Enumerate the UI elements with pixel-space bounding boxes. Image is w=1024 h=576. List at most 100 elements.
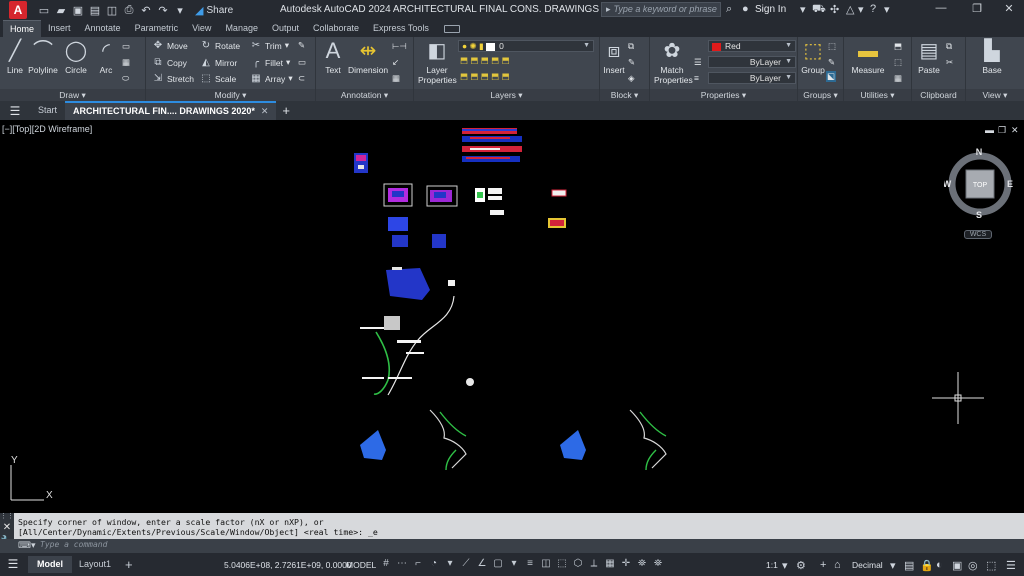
- save-as-icon[interactable]: ▤: [88, 3, 102, 17]
- erase-icon[interactable]: ✎: [298, 40, 305, 51]
- offset-icon[interactable]: ⊂: [298, 73, 305, 84]
- group-select-icon[interactable]: ⬕: [826, 71, 837, 82]
- command-input[interactable]: ⌨▾ Type a command: [0, 539, 1024, 553]
- grip-icon[interactable]: ⋮⋮: [0, 513, 14, 521]
- annotation-visibility-icon[interactable]: ⛯: [636, 558, 648, 569]
- units-selector[interactable]: Decimal: [852, 560, 883, 570]
- line-button[interactable]: ╱ Line: [4, 39, 26, 75]
- text-button[interactable]: A Text: [322, 39, 344, 76]
- tab-annotate[interactable]: Annotate: [78, 20, 128, 37]
- mirror-button[interactable]: ◭ Mirror: [200, 57, 237, 68]
- rotate-button[interactable]: ↻ Rotate: [200, 40, 240, 51]
- quick-select-icon[interactable]: ⬒: [894, 41, 902, 52]
- scale-dropdown-icon[interactable]: ▾: [782, 559, 788, 572]
- quick-properties-icon[interactable]: ▤: [904, 559, 914, 572]
- connect-icon[interactable]: ✣: [830, 3, 839, 16]
- move-button[interactable]: ✥ Move: [152, 40, 188, 51]
- hatch-icon[interactable]: ▦: [122, 57, 130, 68]
- block-panel-title[interactable]: Block ▾: [600, 89, 649, 101]
- viewport-close-icon[interactable]: ✕: [1011, 125, 1019, 136]
- draw-panel-title[interactable]: Draw ▾: [0, 89, 145, 101]
- plot-icon[interactable]: ⎙: [122, 3, 136, 17]
- model-space-toggle[interactable]: MODEL: [346, 560, 376, 570]
- copy-button[interactable]: ⧉ Copy: [152, 57, 186, 68]
- tab-collaborate[interactable]: Collaborate: [306, 20, 366, 37]
- auto-scale-icon[interactable]: ⛯: [652, 558, 664, 569]
- help-icon[interactable]: ?: [870, 3, 876, 15]
- app-menu-button[interactable]: A: [9, 1, 27, 19]
- properties-panel-title[interactable]: Properties ▾: [650, 89, 797, 101]
- viewport-maximize-icon[interactable]: ❐: [998, 125, 1006, 136]
- leader-icon[interactable]: ↙: [392, 57, 399, 68]
- ellipse-icon[interactable]: ⬭: [122, 73, 129, 84]
- explode-icon[interactable]: ▭: [298, 57, 306, 68]
- trim-button[interactable]: ✂ Trim ▾: [250, 40, 289, 51]
- compass-east[interactable]: E: [1007, 179, 1013, 189]
- wcs-menu[interactable]: WCS: [964, 230, 992, 239]
- command-prompt-icon[interactable]: ⌨▾: [18, 540, 38, 552]
- select-all-icon[interactable]: ⬚: [894, 57, 902, 68]
- close-window-button[interactable]: ✕: [996, 2, 1022, 18]
- grid-icon[interactable]: #: [380, 558, 392, 569]
- viewcube[interactable]: TOP N S W E: [944, 148, 1016, 220]
- osnap-dropdown-icon[interactable]: ▾: [508, 558, 520, 569]
- autodesk-a360-icon[interactable]: △: [846, 3, 854, 16]
- isodraft-icon[interactable]: ⟋: [460, 558, 472, 569]
- dimension-button[interactable]: ⇹ Dimension: [348, 39, 388, 75]
- share-button[interactable]: ◢ Share: [195, 4, 233, 17]
- layout1-tab[interactable]: Layout1: [70, 556, 120, 573]
- paste-button[interactable]: ▤ Paste: [916, 39, 942, 75]
- transparency-icon[interactable]: ◫: [540, 558, 552, 569]
- modify-panel-title[interactable]: Modify ▾: [146, 89, 315, 101]
- measure-button[interactable]: ▬ Measure: [848, 39, 888, 75]
- utilities-panel-title[interactable]: Utilities ▾: [844, 89, 911, 101]
- graphics-performance-icon[interactable]: ▣: [952, 559, 962, 572]
- circle-button[interactable]: ◯ Circle: [62, 39, 90, 75]
- isolate-objects-icon[interactable]: ◐: [936, 559, 943, 571]
- drawing-viewport[interactable]: Y X [−][Top][2D Wireframe] ▬ ❐ ✕ TOP N S…: [0, 120, 1024, 513]
- annotation-monitor-icon[interactable]: +: [820, 559, 826, 571]
- start-tab[interactable]: Start: [30, 101, 65, 120]
- match-properties-button[interactable]: ✿ Match Properties: [654, 39, 693, 85]
- viewport-minimize-icon[interactable]: ▬: [985, 125, 994, 135]
- layer-tools-row-2-icon[interactable]: ⬒ ⬒ ⬒ ⬒ ⬒: [460, 71, 510, 82]
- clean-screen-icon[interactable]: ⬚: [986, 559, 996, 572]
- linetype-dropdown[interactable]: ByLayer ▼: [708, 56, 796, 68]
- sign-in-dropdown-icon[interactable]: ▾: [800, 3, 806, 16]
- search-icon[interactable]: ⌕: [726, 3, 732, 16]
- customization-icon[interactable]: ☰: [1006, 559, 1016, 572]
- new-file-icon[interactable]: ▭: [37, 3, 51, 17]
- workspace-gear-icon[interactable]: ⚙: [796, 559, 806, 572]
- save-icon[interactable]: ▣: [71, 3, 85, 17]
- create-block-icon[interactable]: ⧉: [628, 41, 634, 52]
- minimize-button[interactable]: —: [928, 2, 954, 18]
- group-button[interactable]: ⬚ Group: [800, 39, 826, 75]
- compass-south[interactable]: S: [976, 210, 982, 220]
- array-button[interactable]: ▦ Array ▾: [250, 73, 292, 84]
- linear-dim-icon[interactable]: ⊢⊣: [392, 41, 407, 52]
- tab-manage[interactable]: Manage: [218, 20, 265, 37]
- color-dropdown[interactable]: Red ▼: [708, 40, 796, 52]
- sign-in-button[interactable]: Sign In: [755, 4, 786, 15]
- dynamic-ucs-icon[interactable]: ⟂: [588, 558, 600, 569]
- ungroup-icon[interactable]: ⬚: [828, 41, 836, 52]
- drawing-tab[interactable]: ARCHITECTURAL FIN.... DRAWINGS 2020* ✕: [65, 101, 277, 120]
- ribbon-minimize-icon[interactable]: [443, 24, 460, 33]
- layout-menu-icon[interactable]: ☰: [0, 557, 26, 571]
- gizmo-icon[interactable]: ✛: [620, 558, 632, 569]
- customize-qat-icon[interactable]: ▾: [173, 3, 187, 17]
- close-command-line-icon[interactable]: ✕: [0, 521, 14, 535]
- help-dropdown-icon[interactable]: ▾: [884, 3, 890, 16]
- object-track-icon[interactable]: ∠: [476, 558, 488, 569]
- attribute-icon[interactable]: ◈: [628, 73, 635, 84]
- tab-view[interactable]: View: [185, 20, 218, 37]
- restore-button[interactable]: ❐: [964, 2, 990, 18]
- file-menu-icon[interactable]: ☰: [0, 104, 30, 118]
- new-tab-button[interactable]: +: [282, 103, 290, 118]
- fillet-button[interactable]: ╭ Fillet ▾: [250, 57, 290, 68]
- web-mobile-icon[interactable]: ◫: [105, 3, 119, 17]
- base-button[interactable]: ▙ Base: [978, 39, 1006, 75]
- close-tab-icon[interactable]: ✕: [261, 106, 269, 116]
- new-layout-button[interactable]: +: [116, 556, 142, 573]
- compass-north[interactable]: N: [976, 148, 983, 157]
